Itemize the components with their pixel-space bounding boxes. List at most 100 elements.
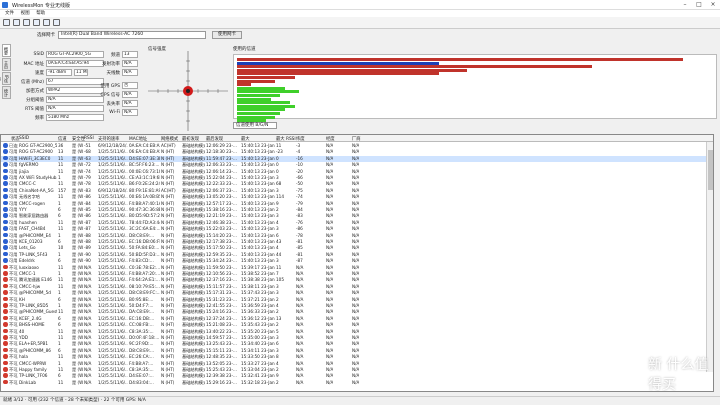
column-header[interactable]: SSID bbox=[19, 136, 29, 141]
table-cell: 15:32:18 23-Jan... bbox=[241, 379, 275, 385]
menu-file[interactable]: 文件 bbox=[5, 10, 14, 17]
table-cell: N (HT) bbox=[161, 379, 175, 385]
menu-view[interactable]: 视图 bbox=[21, 10, 30, 17]
rate-secondary: 11 Mb bbox=[74, 69, 88, 76]
status-dot-icon bbox=[3, 213, 8, 218]
vertical-scrollbar[interactable] bbox=[706, 142, 713, 372]
loss-label: 丢失率 bbox=[106, 102, 121, 107]
status-dot-icon bbox=[3, 315, 8, 321]
ssid-label: SSID bbox=[33, 52, 44, 57]
status-dot-icon bbox=[3, 219, 8, 225]
network-table: 状态 SSID 信道 安全性 RSSI 支持的速率 MAC地址 网络模式 最初发现 最后发现 最大最… bbox=[0, 134, 714, 392]
channel-label: 信道 (Mhz) bbox=[20, 80, 44, 85]
gps-label: 使用 GPS bbox=[100, 84, 121, 89]
usage-bar-green bbox=[237, 97, 271, 101]
print-icon[interactable] bbox=[23, 19, 30, 26]
status-dot-icon bbox=[3, 251, 8, 257]
column-header[interactable]: 最大 bbox=[241, 136, 250, 142]
channel-usage-select[interactable]: 信道使用 B/G/N bbox=[233, 122, 277, 129]
status-dot-icon bbox=[3, 335, 8, 340]
freq-label: 频率 bbox=[35, 116, 44, 121]
usage-bar-green bbox=[237, 112, 280, 115]
column-header[interactable]: 最初发现 bbox=[182, 136, 199, 142]
status-dot-icon bbox=[3, 341, 8, 346]
table-cell: 不可用 bbox=[9, 379, 18, 385]
usage-bar-red bbox=[237, 65, 592, 69]
status-dot-icon bbox=[3, 347, 8, 353]
freq-value: 5180 Mhz bbox=[46, 114, 104, 121]
status-dot-icon bbox=[3, 277, 8, 282]
tab-main[interactable]: 主页 bbox=[2, 58, 11, 71]
usage-bar-green bbox=[237, 108, 285, 112]
loss-value: N/A bbox=[122, 100, 138, 107]
column-header[interactable]: 最大 RSSI bbox=[276, 136, 296, 142]
column-header[interactable]: 厂商 bbox=[352, 136, 361, 142]
maximize-button[interactable]: □ bbox=[692, 0, 706, 10]
column-header[interactable]: MAC地址 bbox=[129, 136, 147, 142]
column-header[interactable]: 支持的速率 bbox=[98, 136, 119, 142]
status-dot-icon bbox=[3, 162, 8, 167]
channel-usage-chart bbox=[233, 54, 717, 126]
table-cell: 11 bbox=[58, 379, 64, 385]
usage-bar-red bbox=[237, 76, 295, 79]
help-icon[interactable] bbox=[53, 19, 60, 26]
rx-label: 天线数 bbox=[106, 71, 121, 76]
table-header: 状态 SSID 信道 安全性 RSSI 支持的速率 MAC地址 网络模式 最初发现 最后发现 最大最… bbox=[1, 135, 713, 142]
tx-label: 发射功率 bbox=[102, 62, 120, 67]
status-dot-icon bbox=[3, 290, 8, 295]
scroll-thumb[interactable] bbox=[708, 150, 713, 190]
tab-stats[interactable]: 统计 bbox=[2, 86, 11, 99]
usage-bar-red bbox=[237, 83, 251, 87]
table-cell: 基础结构模式 bbox=[182, 379, 205, 385]
table-row[interactable]: 不可用DinkLab11是 (WP...N/A1/2/5.5/11/6/...D… bbox=[1, 379, 707, 387]
status-dot-icon bbox=[3, 155, 8, 161]
menu-help[interactable]: 帮助 bbox=[36, 10, 45, 17]
status-dot-icon bbox=[3, 168, 8, 174]
status-dot-icon bbox=[3, 328, 8, 334]
rate-value: -91 dBm bbox=[46, 69, 72, 76]
column-header[interactable]: 信道 bbox=[58, 136, 67, 142]
open-icon[interactable] bbox=[13, 19, 20, 26]
gps-value: 否 bbox=[122, 82, 138, 89]
settings-icon[interactable] bbox=[43, 19, 50, 26]
column-header[interactable]: 最后发现 bbox=[206, 136, 223, 142]
ssid-value: ROG GT-AC2900_5G bbox=[46, 51, 104, 58]
status-dot-icon bbox=[3, 309, 8, 314]
usage-bar-green bbox=[237, 94, 280, 97]
tab-summary[interactable]: 概要 bbox=[2, 44, 11, 57]
mac-label: MAC 地址 bbox=[23, 62, 44, 67]
table-cell: N/A bbox=[352, 379, 360, 385]
gps-signal-label: GPS 信号 bbox=[100, 93, 121, 98]
channel-box-label: 频道 bbox=[111, 53, 120, 58]
column-header[interactable]: 安全性 bbox=[72, 136, 85, 142]
status-dot-icon bbox=[3, 264, 8, 270]
column-header[interactable]: RSSI bbox=[84, 136, 94, 141]
status-dot-icon bbox=[3, 296, 8, 302]
fragment-value: N/A bbox=[46, 96, 104, 103]
column-header[interactable]: 网络模式 bbox=[161, 136, 178, 142]
table-cell: DinkLab bbox=[19, 379, 37, 385]
adapter-select[interactable]: Intel(R) Dual Band Wireless-AC 7260 bbox=[58, 31, 206, 39]
rate-label: 速度 bbox=[35, 71, 44, 76]
status-dot-icon bbox=[3, 303, 8, 308]
security-value: WPA2 bbox=[46, 87, 104, 94]
wifi-label: Wi-Fi bbox=[109, 110, 120, 115]
use-adapter-button[interactable]: 使用网卡 bbox=[212, 31, 242, 39]
column-header[interactable]: 经度 bbox=[326, 136, 335, 142]
usage-bar-green bbox=[237, 104, 295, 108]
refresh-icon[interactable] bbox=[33, 19, 40, 26]
toolbar bbox=[0, 17, 720, 29]
column-header[interactable]: 纬度 bbox=[296, 136, 305, 142]
status-dot-icon bbox=[3, 322, 8, 327]
watermark-logo: 新 什么值得买 bbox=[648, 357, 709, 393]
close-button[interactable]: × bbox=[706, 0, 720, 10]
save-icon[interactable] bbox=[3, 19, 10, 26]
usage-bar-red bbox=[237, 68, 467, 72]
tab-ip[interactable]: IP连接 bbox=[0, 72, 11, 85]
status-dot-icon bbox=[3, 379, 8, 385]
table-cell: 是 (WP... bbox=[72, 379, 83, 385]
usage-bar-green bbox=[237, 101, 290, 105]
minimize-button[interactable]: – bbox=[678, 0, 692, 10]
app-window: WirelessMon 专业无线版 – □ × 文件 视图 帮助 选择网卡 In… bbox=[0, 0, 720, 405]
status-dot-icon bbox=[3, 187, 8, 193]
